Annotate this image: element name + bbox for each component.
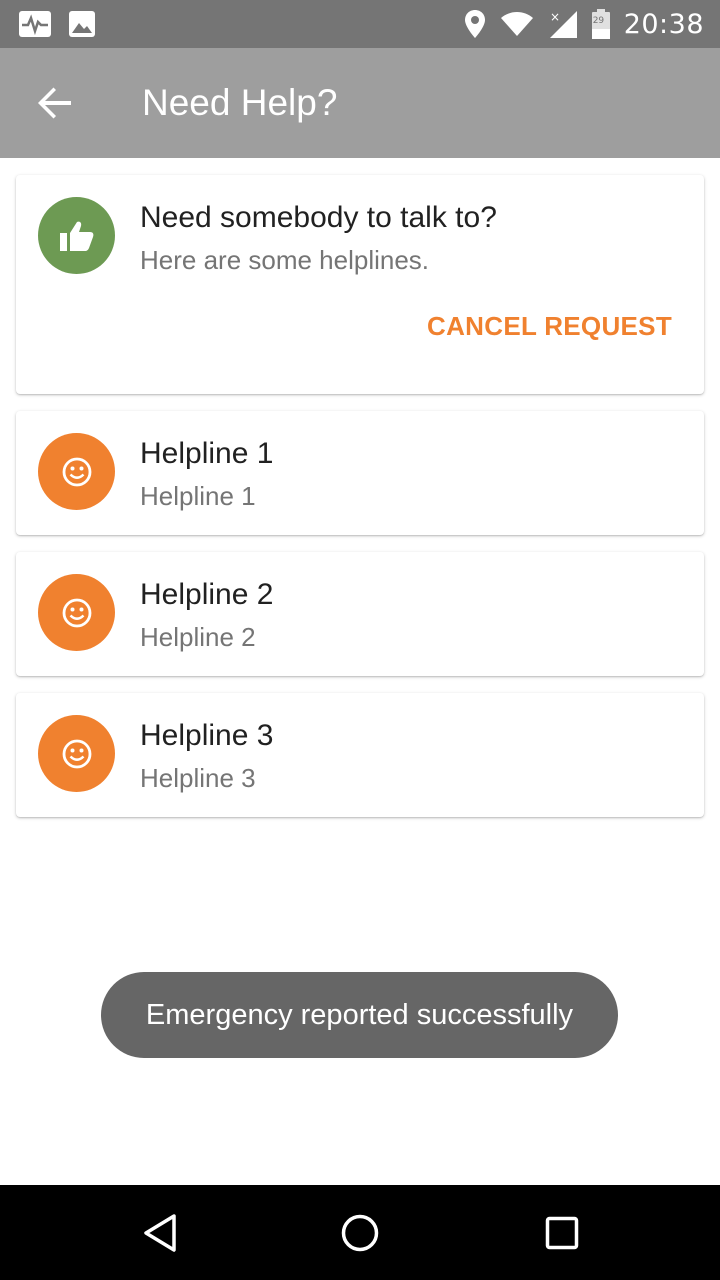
helpline-card-2[interactable]: Helpline 2 Helpline 2	[16, 552, 704, 676]
helpline-title: Helpline 3	[140, 719, 274, 752]
smiley-icon	[62, 598, 91, 627]
helpline-subtitle: Helpline 3	[140, 763, 256, 793]
back-triangle-icon	[144, 1214, 176, 1252]
nav-recents-button[interactable]	[532, 1205, 592, 1261]
helpline-avatar	[38, 574, 115, 651]
helpline-card-1[interactable]: Helpline 1 Helpline 1	[16, 411, 704, 535]
recents-square-icon	[545, 1216, 579, 1250]
battery-icon: 29	[591, 9, 610, 39]
header-subtitle: Here are some helplines.	[140, 245, 430, 275]
status-left-icons	[18, 10, 96, 38]
header-card: Need somebody to talk to? Here are some …	[16, 175, 704, 394]
location-icon	[464, 10, 485, 38]
helpline-avatar	[38, 715, 115, 792]
activity-icon	[19, 11, 51, 37]
helpline-card-3[interactable]: Helpline 3 Helpline 3	[16, 693, 704, 817]
battery-level: 29	[592, 16, 605, 26]
helpline-title: Helpline 1	[140, 437, 274, 470]
smiley-icon	[62, 739, 91, 768]
nav-home-button[interactable]	[330, 1205, 390, 1261]
nav-back-button[interactable]	[130, 1205, 190, 1261]
toast-message: Emergency reported successfully	[101, 972, 618, 1058]
svg-text:×: ×	[550, 10, 560, 24]
helpline-subtitle: Helpline 2	[140, 622, 256, 652]
helpline-avatar	[38, 433, 115, 510]
smiley-icon	[62, 457, 91, 486]
app-bar: Need Help?	[0, 48, 720, 158]
helpline-title: Helpline 2	[140, 578, 274, 611]
thumbs-up-icon	[59, 221, 93, 251]
status-bar: × 29 20:38	[0, 0, 720, 48]
helpline-subtitle: Helpline 1	[140, 481, 256, 511]
arrow-left-icon	[38, 87, 71, 119]
cancel-request-button[interactable]: CANCEL REQUEST	[427, 311, 672, 342]
status-time: 20:38	[623, 8, 704, 40]
back-button[interactable]	[22, 70, 88, 136]
wifi-icon	[500, 12, 533, 36]
page-title: Need Help?	[142, 82, 338, 123]
cell-signal-icon: ×	[549, 10, 577, 38]
status-right-icons: × 29 20:38	[464, 0, 704, 48]
header-title: Need somebody to talk to?	[140, 201, 497, 234]
header-avatar	[38, 197, 115, 274]
navigation-bar	[0, 1185, 720, 1280]
home-circle-icon	[341, 1214, 379, 1252]
image-icon	[69, 11, 95, 37]
